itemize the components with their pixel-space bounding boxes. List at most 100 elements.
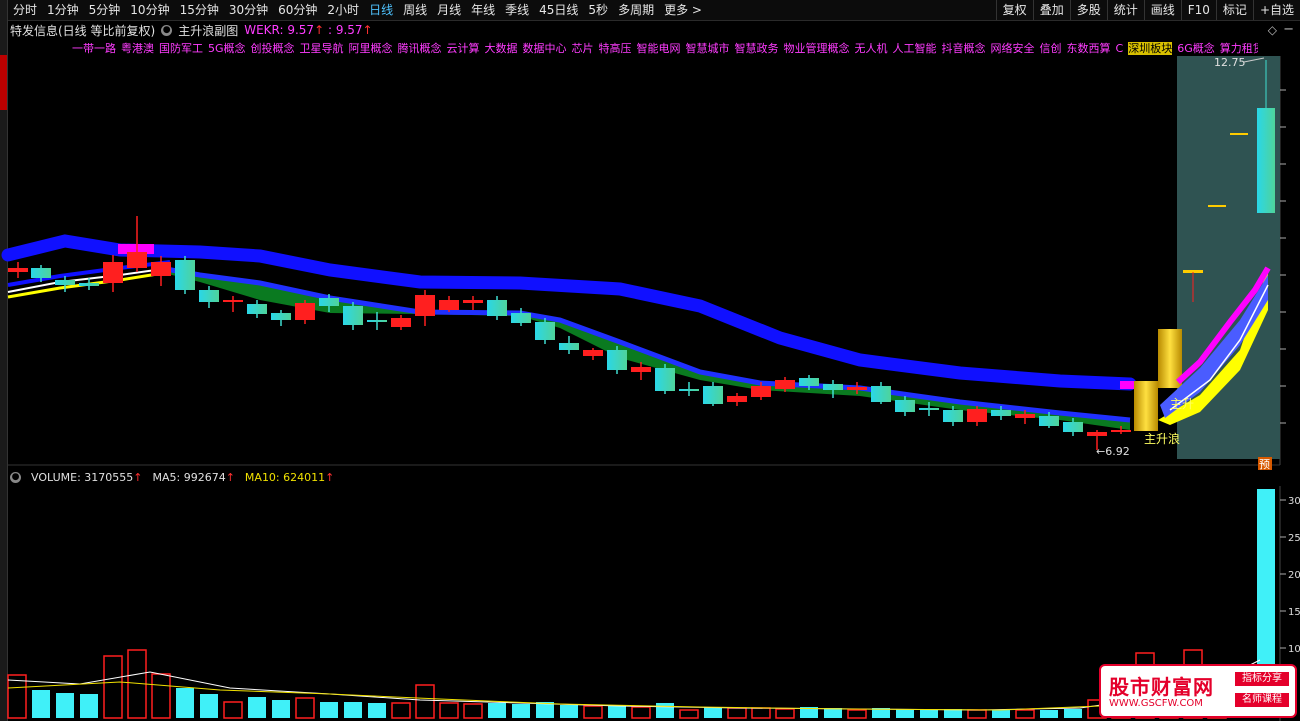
- site-watermark: 股市财富网 WWW.GSCFW.COM 指标分享 名师课程: [1099, 664, 1297, 718]
- volume-ma5-line: [7, 659, 1261, 711]
- volume-bar: [320, 702, 338, 718]
- candle-body: [439, 300, 459, 310]
- candle-body: [1111, 430, 1131, 432]
- watermark-tag-1: 指标分享: [1235, 672, 1289, 686]
- volume-bar: [727, 707, 747, 719]
- volume-bar: [751, 707, 771, 719]
- candle-body: [223, 300, 243, 302]
- volume-bar: [80, 694, 98, 718]
- volume-ma10-line: [7, 681, 1261, 711]
- volume-bar: [176, 688, 194, 718]
- volume-value: VOLUME: 3170555↑: [31, 471, 143, 484]
- volume-bar: [7, 674, 27, 719]
- candle-body: [967, 409, 987, 422]
- volume-axis-label: 10: [1288, 644, 1300, 655]
- candle-body: [175, 260, 195, 290]
- candle-body: [79, 283, 99, 286]
- volume-bar: [896, 709, 914, 718]
- candle-body: [1039, 416, 1059, 426]
- forecast-dash-2: [1230, 133, 1248, 135]
- watermark-main: 股市财富网: [1109, 675, 1214, 699]
- volume-bar: [967, 709, 987, 719]
- candle-body: [799, 378, 819, 386]
- candle-body: [559, 343, 579, 350]
- candle-body: [247, 304, 267, 314]
- candle-body: [511, 313, 531, 323]
- volume-bar: [463, 703, 483, 719]
- volume-bar: [560, 705, 578, 718]
- candle-body: [583, 350, 603, 356]
- candle-body: [367, 320, 387, 322]
- volume-bar: [1040, 710, 1058, 718]
- candle-body: [463, 300, 483, 303]
- signal-label-2: 主升: [1170, 397, 1194, 411]
- candle-body: [343, 306, 363, 325]
- candle-body: [703, 386, 723, 404]
- candle-body: [775, 380, 795, 389]
- volume-bar: [415, 684, 435, 719]
- candle-body: [871, 386, 891, 402]
- candle-body: [1087, 432, 1107, 436]
- candle-body: [1015, 414, 1035, 418]
- volume-axis-label: 30: [1288, 496, 1300, 507]
- candle-body: [31, 268, 51, 278]
- candle-body: [487, 300, 507, 316]
- candle-body: [319, 298, 339, 306]
- volume-bar: [200, 694, 218, 718]
- watermark-url: WWW.GSCFW.COM: [1109, 698, 1203, 709]
- volume-bar: [248, 697, 266, 718]
- forecast-dash: [1208, 205, 1226, 207]
- volume-axis-label: 15: [1288, 607, 1300, 618]
- volume-bar: [223, 701, 243, 719]
- magenta-marker-2: [1120, 381, 1136, 389]
- candle-body: [199, 290, 219, 302]
- volume-bar: [920, 710, 938, 718]
- candle-body: [415, 295, 435, 316]
- volume-bar: [608, 705, 626, 718]
- candle-body: [607, 350, 627, 370]
- volume-bar: [344, 702, 362, 718]
- signal-label: 主升浪: [1144, 431, 1180, 446]
- candle-body: [919, 408, 939, 410]
- volume-bar: [992, 710, 1010, 718]
- ma10-value: MA10: 624011↑: [244, 471, 335, 484]
- volume-bar: [944, 709, 962, 718]
- volume-axis-label: 25: [1288, 533, 1300, 544]
- candle-body: [895, 400, 915, 412]
- volume-bar: [775, 708, 795, 719]
- volume-bar: [439, 702, 459, 719]
- volume-bar: [704, 707, 722, 718]
- volume-header: ● VOLUME: 3170555↑ MA5: 992674↑ MA10: 62…: [10, 471, 334, 484]
- volume-bar: [656, 703, 674, 718]
- candle-body: [679, 389, 699, 391]
- candle-body: [127, 252, 147, 268]
- volume-bar: [824, 708, 842, 718]
- volume-bar: [295, 697, 315, 719]
- candle-body: [727, 396, 747, 402]
- forecast-candle-big: [1257, 108, 1275, 213]
- forecast-badge-text: 预: [1259, 458, 1270, 471]
- volume-bar: [679, 709, 699, 719]
- volume-bar: [583, 705, 603, 719]
- candle-body: [535, 322, 555, 340]
- volume-settings-icon[interactable]: ●: [10, 472, 21, 483]
- candle-body: [295, 303, 315, 320]
- price-chart[interactable]: 12.75←6.92主升浪主升预30252015105: [0, 0, 1300, 721]
- breakout-candle: [1134, 381, 1158, 431]
- volume-bar: [32, 690, 50, 718]
- candle-body: [943, 410, 963, 422]
- high-price-label: 12.75: [1214, 56, 1246, 69]
- candle-body: [55, 280, 75, 285]
- volume-bar: [151, 673, 171, 719]
- volume-bar: [847, 709, 867, 719]
- volume-bar: [1015, 709, 1035, 719]
- candle-body: [151, 262, 171, 276]
- volume-bar: [103, 655, 123, 719]
- volume-bar: [631, 706, 651, 719]
- candle-body: [271, 313, 291, 320]
- low-price-label: ←6.92: [1096, 445, 1130, 458]
- candle-body: [655, 368, 675, 391]
- candle-body: [751, 386, 771, 397]
- volume-bar: [56, 693, 74, 718]
- ma5-value: MA5: 992674↑: [152, 471, 235, 484]
